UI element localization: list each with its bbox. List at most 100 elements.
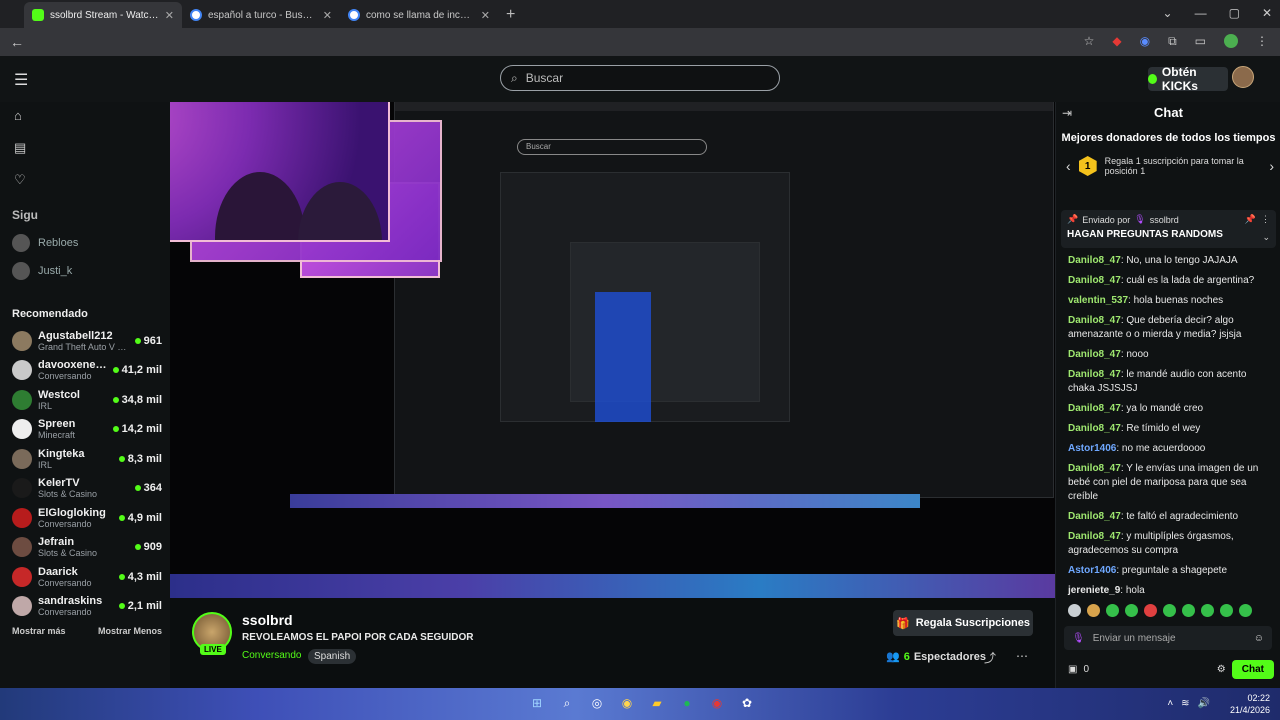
- show-less-button[interactable]: Mostrar Menos: [98, 626, 162, 636]
- streamer-name[interactable]: ssolbrd: [242, 612, 293, 628]
- chat-message[interactable]: valentin_537: hola buenas noches: [1068, 294, 1273, 308]
- chat-message[interactable]: Danilo8_47: nooo: [1068, 348, 1273, 362]
- chat-username[interactable]: Danilo8_47: [1068, 255, 1121, 266]
- emote-icon[interactable]: [1239, 604, 1252, 617]
- back-arrow-icon[interactable]: ←: [10, 34, 24, 50]
- profile-avatar-icon[interactable]: [1224, 34, 1238, 48]
- chat-message[interactable]: Danilo8_47: ya lo mandé creo: [1068, 402, 1273, 416]
- minimize-icon[interactable]: —: [1195, 6, 1207, 20]
- chat-username[interactable]: Astor1406: [1068, 565, 1116, 576]
- tab-kick[interactable]: ssolbrd Stream - Watch Live on ✕: [24, 2, 182, 28]
- emoji-icon[interactable]: ☺: [1254, 633, 1264, 644]
- chat-username[interactable]: valentin_537: [1068, 295, 1128, 306]
- close-icon[interactable]: ✕: [165, 9, 174, 22]
- wifi-icon[interactable]: ≋: [1181, 698, 1189, 709]
- browse-icon[interactable]: ▤: [14, 140, 26, 156]
- spotify-icon[interactable]: ●: [678, 694, 696, 712]
- close-icon[interactable]: ✕: [323, 9, 332, 22]
- chat-username[interactable]: Danilo8_47: [1068, 275, 1121, 286]
- chat-username[interactable]: Astor1406: [1068, 443, 1116, 454]
- emote-icon[interactable]: [1144, 604, 1157, 617]
- recommended-channel[interactable]: davooxeneize Conversando 41,2 mil: [12, 356, 162, 386]
- recommended-channel[interactable]: Westcol IRL 34,8 mil: [12, 385, 162, 415]
- volume-icon[interactable]: 🔊: [1198, 698, 1210, 709]
- chat-username[interactable]: Danilo8_47: [1068, 369, 1121, 380]
- show-more-button[interactable]: Mostrar más: [12, 626, 66, 636]
- send-chat-button[interactable]: Chat: [1231, 660, 1274, 679]
- extension-icon[interactable]: ◆: [1112, 34, 1121, 49]
- chevron-right-icon[interactable]: ›: [1269, 158, 1274, 174]
- hamburger-menu-icon[interactable]: ☰: [14, 70, 28, 90]
- share-icon[interactable]: ⤴: [984, 649, 996, 666]
- emote-icon[interactable]: [1182, 604, 1195, 617]
- chat-message[interactable]: Danilo8_47: Que debería decir? algo amen…: [1068, 314, 1273, 342]
- emote-icon[interactable]: [1201, 604, 1214, 617]
- user-avatar[interactable]: [1232, 66, 1254, 88]
- chat-message[interactable]: Danilo8_47: le mandé audio con acento ch…: [1068, 368, 1273, 396]
- recommended-channel[interactable]: Jefrain Slots & Casino 909: [12, 533, 162, 563]
- recommended-channel[interactable]: ElGlogloking Conversando 4,9 mil: [12, 503, 162, 533]
- discord-icon[interactable]: ◎: [588, 694, 606, 712]
- following-icon[interactable]: ♡: [14, 172, 26, 188]
- chat-username[interactable]: Danilo8_47: [1068, 511, 1121, 522]
- tab-google-translate[interactable]: español a turco - Buscar con G ✕: [182, 2, 340, 28]
- search-input[interactable]: ⌕ Buscar: [500, 65, 780, 91]
- recommended-channel[interactable]: KelerTV Slots & Casino 364: [12, 474, 162, 504]
- sidepanel-icon[interactable]: ▭: [1195, 34, 1206, 49]
- windows-start-icon[interactable]: ⊞: [528, 694, 546, 712]
- extension-icon[interactable]: ◉: [1140, 34, 1150, 49]
- stream-category[interactable]: Conversando: [242, 650, 301, 661]
- more-options-icon[interactable]: ⋮: [1261, 214, 1270, 225]
- chevron-down-icon[interactable]: ⌄: [1163, 6, 1173, 20]
- chevron-left-icon[interactable]: ‹: [1066, 158, 1071, 174]
- chrome-icon[interactable]: ◉: [708, 694, 726, 712]
- video-player[interactable]: Buscar: [170, 102, 1055, 598]
- chat-message[interactable]: Astor1406: preguntale a shagepete: [1068, 564, 1273, 578]
- chevron-up-icon[interactable]: ˄: [1167, 698, 1173, 709]
- recommended-channel[interactable]: Agustabell212 Grand Theft Auto V (G... 961: [12, 326, 162, 356]
- emote-icon[interactable]: [1087, 604, 1100, 617]
- chevron-down-icon[interactable]: ⌄: [1262, 232, 1270, 243]
- new-tab-button[interactable]: +: [498, 6, 523, 28]
- chat-username[interactable]: Danilo8_47: [1068, 531, 1121, 542]
- recommended-channel[interactable]: Kingteka IRL 8,3 mil: [12, 444, 162, 474]
- chrome-icon[interactable]: ◉: [618, 694, 636, 712]
- get-kicks-button[interactable]: Obtén KICKs: [1148, 65, 1228, 93]
- chat-username[interactable]: Danilo8_47: [1068, 463, 1121, 474]
- gift-subs-button[interactable]: 🎁 Regala Suscripciones: [893, 610, 1033, 636]
- emote-icon[interactable]: [1220, 604, 1233, 617]
- language-tag[interactable]: Spanish: [308, 649, 357, 664]
- folder-icon[interactable]: ▰: [648, 694, 666, 712]
- chat-message[interactable]: Danilo8_47: No, una lo tengo JAJAJA: [1068, 254, 1273, 268]
- more-options-icon[interactable]: ⋯: [1016, 649, 1028, 663]
- chat-username[interactable]: Danilo8_47: [1068, 349, 1121, 360]
- chat-username[interactable]: Danilo8_47: [1068, 403, 1121, 414]
- recommended-channel[interactable]: Daarick Conversando 4,3 mil: [12, 562, 162, 592]
- star-icon[interactable]: ☆: [1084, 34, 1095, 49]
- emote-icon[interactable]: [1163, 604, 1176, 617]
- chat-message[interactable]: Danilo8_47: Y le envías una imagen de un…: [1068, 462, 1273, 504]
- following-item[interactable]: Justi_k: [12, 262, 162, 280]
- recommended-channel[interactable]: sandraskins Conversando 2,1 mil: [12, 592, 162, 622]
- close-icon[interactable]: ✕: [1262, 6, 1272, 20]
- points-icon[interactable]: ▣: [1068, 664, 1077, 675]
- search-icon[interactable]: ⌕: [558, 694, 576, 712]
- chat-message[interactable]: Danilo8_47: cuál es la lada de argentina…: [1068, 274, 1273, 288]
- emote-icon[interactable]: [1125, 604, 1138, 617]
- chat-username[interactable]: Danilo8_47: [1068, 315, 1121, 326]
- close-icon[interactable]: ✕: [481, 9, 490, 22]
- tab-google-incognito[interactable]: como se llama de incognito ar ✕: [340, 2, 498, 28]
- pinned-message[interactable]: 📌 Enviado por 🎙 ssolbrd HAGAN PREGUNTAS …: [1061, 210, 1276, 248]
- puzzle-icon[interactable]: ⧉: [1168, 34, 1177, 49]
- following-item[interactable]: Rebloes: [12, 234, 162, 252]
- emote-icon[interactable]: [1068, 604, 1081, 617]
- chat-message[interactable]: Astor1406: no me acuerdoooo: [1068, 442, 1273, 456]
- chat-message[interactable]: jereniete_9: hola: [1068, 584, 1273, 598]
- recommended-channel[interactable]: Spreen Minecraft 14,2 mil: [12, 415, 162, 445]
- chat-username[interactable]: jereniete_9: [1068, 585, 1120, 596]
- kebab-menu-icon[interactable]: ⋮: [1256, 34, 1268, 49]
- chat-message[interactable]: Danilo8_47: te faltó el agradecimiento: [1068, 510, 1273, 524]
- chat-input[interactable]: 🎙 Enviar un mensaje ☺: [1064, 626, 1272, 650]
- clock[interactable]: 02:22 21/4/2026: [1230, 692, 1270, 716]
- gear-icon[interactable]: ⚙: [1217, 664, 1226, 675]
